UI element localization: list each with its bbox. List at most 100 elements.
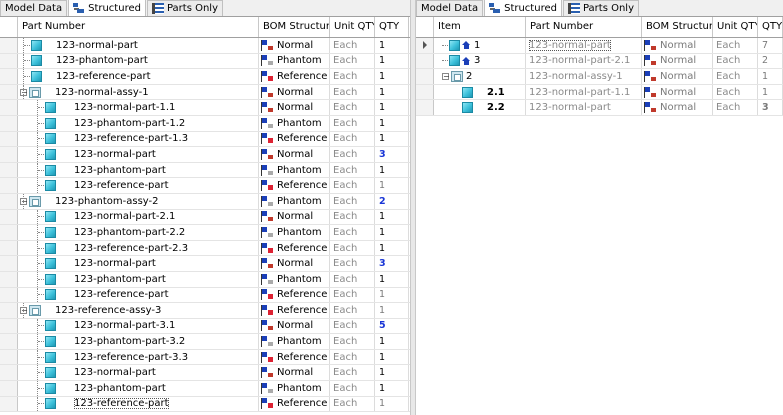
- bom-structure-cell[interactable]: Normal: [259, 147, 330, 162]
- item-cell[interactable]: 1: [434, 38, 526, 53]
- part-number-cell[interactable]: 123-phantom-part: [18, 53, 259, 69]
- part-number-cell[interactable]: 123-normal-part-1.1: [18, 100, 259, 115]
- table-row[interactable]: 1 123-normal-part Normal Each 7: [416, 38, 783, 54]
- part-number-cell[interactable]: −123-phantom-assy-2: [18, 193, 259, 209]
- table-row[interactable]: 123-phantom-part-1.2 Phantom Each 1: [0, 115, 410, 132]
- bom-structure-cell[interactable]: Reference: [259, 396, 330, 412]
- unit-qty-cell[interactable]: Each: [330, 396, 375, 412]
- table-row[interactable]: 123-phantom-part Phantom Each 1: [0, 381, 410, 397]
- row-selector[interactable]: [0, 256, 18, 271]
- row-selector[interactable]: [416, 69, 434, 84]
- bom-structure-cell[interactable]: Phantom: [259, 162, 330, 178]
- table-row[interactable]: 2.2 123-normal-part Normal Each 3: [416, 100, 783, 116]
- table-row[interactable]: 123-reference-part-1.3 Reference Each 1: [0, 131, 410, 148]
- table-row[interactable]: 123-normal-part Normal Each 1: [0, 38, 410, 54]
- qty-cell[interactable]: 1: [375, 162, 409, 178]
- qty-cell[interactable]: 5: [375, 318, 409, 334]
- item-cell[interactable]: −2: [434, 69, 526, 84]
- unit-qty-cell[interactable]: Each: [330, 240, 375, 256]
- part-number-cell[interactable]: 123-normal-part-2.1: [18, 209, 259, 225]
- qty-cell[interactable]: 1: [375, 84, 409, 100]
- part-number-cell[interactable]: −123-reference-assy-3: [18, 303, 259, 318]
- bom-structure-cell[interactable]: Reference: [259, 349, 330, 365]
- column-header-bom-structure[interactable]: BOM Structure: [642, 17, 713, 37]
- part-number-cell[interactable]: 123-reference-part-1.3: [18, 131, 259, 147]
- table-row[interactable]: 123-phantom-part Phantom Each 1: [0, 53, 410, 70]
- item-cell[interactable]: 2.2: [434, 100, 526, 115]
- unit-qty-cell[interactable]: Each: [330, 147, 375, 162]
- qty-cell[interactable]: 1: [375, 131, 409, 147]
- row-selector[interactable]: [0, 69, 18, 84]
- row-selector[interactable]: [416, 38, 434, 53]
- qty-cell[interactable]: 1: [758, 69, 783, 84]
- row-selector[interactable]: [0, 381, 18, 396]
- bom-structure-cell[interactable]: Normal: [259, 38, 330, 53]
- qty-cell[interactable]: 1: [375, 100, 409, 115]
- row-selector[interactable]: [0, 287, 18, 303]
- qty-cell[interactable]: 2: [758, 53, 783, 69]
- qty-cell[interactable]: 1: [375, 381, 409, 396]
- unit-qty-cell[interactable]: Each: [330, 271, 375, 287]
- item-cell[interactable]: 3: [434, 53, 526, 69]
- row-selector[interactable]: [0, 225, 18, 240]
- bom-structure-cell[interactable]: Normal: [259, 256, 330, 271]
- row-selector[interactable]: [416, 84, 434, 100]
- qty-cell[interactable]: 1: [375, 115, 409, 131]
- row-selector[interactable]: [416, 53, 434, 69]
- bom-structure-cell[interactable]: Normal: [259, 84, 330, 100]
- qty-cell[interactable]: 1: [375, 396, 409, 412]
- bom-structure-cell[interactable]: Normal: [259, 318, 330, 334]
- qty-cell[interactable]: 1: [375, 69, 409, 84]
- part-number-cell[interactable]: 123-normal-part: [18, 38, 259, 53]
- unit-qty-cell[interactable]: Each: [330, 100, 375, 115]
- bom-structure-cell[interactable]: Normal: [642, 84, 713, 100]
- qty-cell[interactable]: 1: [375, 287, 409, 303]
- row-selector[interactable]: [0, 147, 18, 162]
- part-number-cell[interactable]: 123-reference-part: [18, 396, 259, 412]
- table-row[interactable]: 123-reference-part Reference Each 1: [0, 287, 410, 304]
- column-header-qty[interactable]: QTY: [758, 17, 783, 37]
- unit-qty-cell[interactable]: Each: [330, 225, 375, 240]
- unit-qty-cell[interactable]: Each: [330, 38, 375, 53]
- unit-qty-cell[interactable]: Each: [713, 53, 758, 69]
- part-number-cell[interactable]: 123-reference-part-2.3: [18, 240, 259, 256]
- row-selector[interactable]: [0, 334, 18, 349]
- row-selector[interactable]: [0, 396, 18, 412]
- row-selector[interactable]: [0, 131, 18, 147]
- item-cell[interactable]: 2.1: [434, 84, 526, 100]
- table-row[interactable]: 123-phantom-part-3.2 Phantom Each 1: [0, 334, 410, 350]
- qty-cell[interactable]: 7: [758, 38, 783, 53]
- unit-qty-cell[interactable]: Each: [330, 334, 375, 349]
- part-number-cell[interactable]: 123-normal-part: [18, 365, 259, 381]
- table-row[interactable]: 123-reference-part-2.3 Reference Each 1: [0, 240, 410, 257]
- bom-structure-cell[interactable]: Normal: [259, 209, 330, 225]
- collapse-toggle[interactable]: −: [442, 72, 450, 80]
- qty-cell[interactable]: 3: [758, 100, 783, 115]
- unit-qty-cell[interactable]: Each: [330, 131, 375, 147]
- unit-qty-cell[interactable]: Each: [330, 381, 375, 396]
- row-selector[interactable]: [0, 115, 18, 131]
- unit-qty-cell[interactable]: Each: [330, 84, 375, 100]
- column-header-item[interactable]: Item: [434, 17, 526, 37]
- bom-structure-cell[interactable]: Reference: [259, 287, 330, 303]
- bom-structure-cell[interactable]: Normal: [642, 38, 713, 53]
- unit-qty-cell[interactable]: Each: [713, 84, 758, 100]
- table-row[interactable]: 123-normal-part-1.1 Normal Each 1: [0, 100, 410, 116]
- table-row[interactable]: 123-phantom-part Phantom Each 1: [0, 271, 410, 288]
- unit-qty-cell[interactable]: Each: [330, 349, 375, 365]
- part-number-cell[interactable]: 123-reference-part: [18, 69, 259, 84]
- column-header-part-number[interactable]: Part Number: [18, 17, 259, 37]
- bom-structure-cell[interactable]: Phantom: [259, 381, 330, 396]
- qty-cell[interactable]: 1: [375, 303, 409, 318]
- table-row[interactable]: 123-phantom-part Phantom Each 1: [0, 162, 410, 179]
- qty-cell[interactable]: 1: [375, 53, 409, 69]
- bom-structure-cell[interactable]: Reference: [259, 178, 330, 193]
- column-header-part-number[interactable]: Part Number: [526, 17, 642, 37]
- part-number-cell[interactable]: 123-normal-part: [526, 38, 642, 53]
- table-row[interactable]: 2.1 123-normal-part-1.1 Normal Each 1: [416, 84, 783, 101]
- bom-structure-cell[interactable]: Phantom: [259, 115, 330, 131]
- row-selector[interactable]: [0, 53, 18, 69]
- bom-structure-cell[interactable]: Phantom: [259, 193, 330, 209]
- part-number-cell[interactable]: 123-phantom-part-2.2: [18, 225, 259, 240]
- tab-parts-only[interactable]: Parts Only: [562, 0, 640, 16]
